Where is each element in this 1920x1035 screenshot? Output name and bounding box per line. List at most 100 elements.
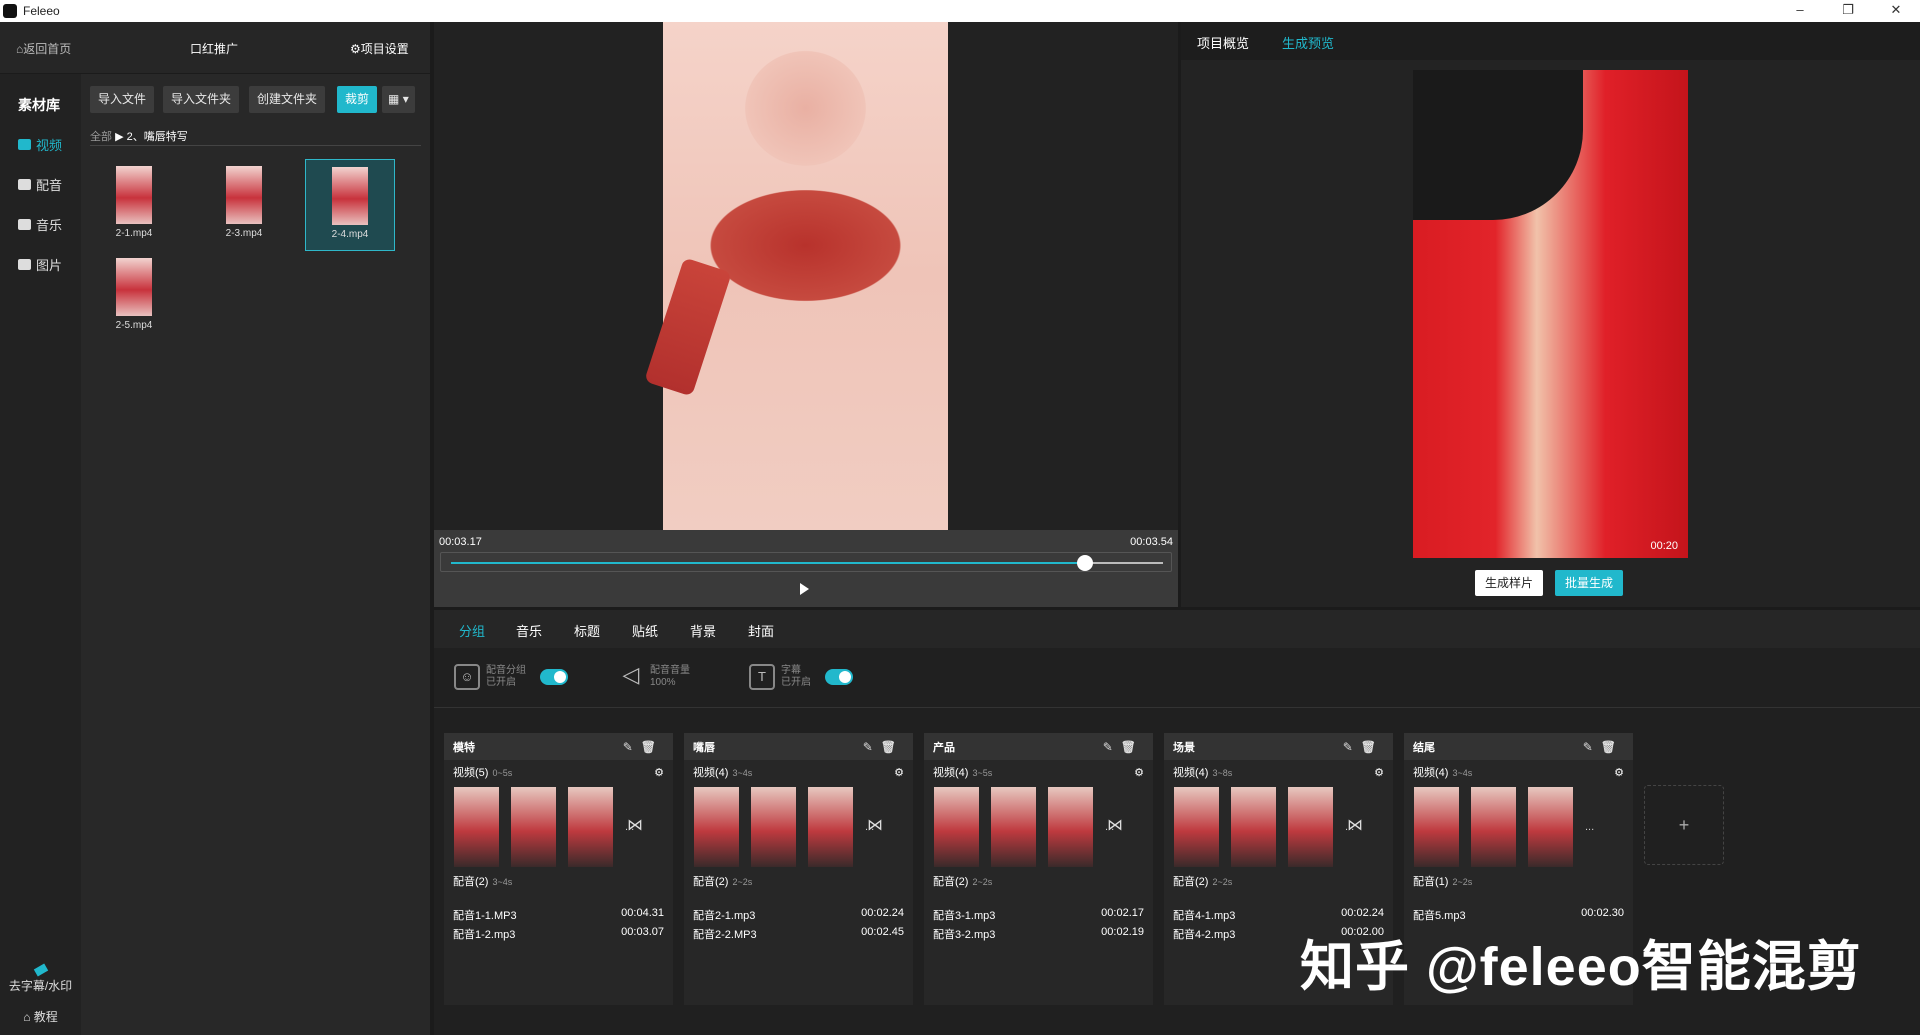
video-thumbnail[interactable] [1414,786,1459,867]
video-thumbnail[interactable] [808,786,853,867]
remove-watermark-button[interactable]: 去字幕/水印 [0,963,81,994]
edit-icon[interactable]: ✎ [1343,740,1361,754]
play-icon[interactable] [800,583,809,595]
minimize-button[interactable]: – [1780,0,1820,22]
video-thumbnail[interactable] [1048,786,1093,867]
gear-icon[interactable]: ⚙ [1374,766,1384,779]
video-thumbnail[interactable] [1528,786,1573,867]
tutorial-button[interactable]: ⌂ 教程 [0,1008,81,1025]
add-group-button[interactable]: + [1644,785,1724,865]
gear-icon[interactable]: ⚙ [654,766,664,779]
trash-icon[interactable]: 🗑 [1601,740,1624,754]
batch-generate-button[interactable]: 批量生成 [1555,570,1624,596]
tab-generate-preview[interactable]: 生成预览 [1282,33,1334,52]
preview-frame [644,22,948,530]
video-thumbnail[interactable] [694,786,739,867]
create-folder-button[interactable]: 创建文件夹 [249,86,326,113]
video-thumbnail[interactable] [1174,786,1219,867]
tab-cover[interactable]: 封面 [748,621,774,640]
video-preview [434,22,1178,607]
back-home-button[interactable]: ⌂返回首页 [16,40,71,57]
edit-icon[interactable]: ✎ [623,740,641,754]
grid-icon: ▦ [388,92,400,106]
trash-icon[interactable]: 🗑 [1361,740,1384,754]
transition-icon[interactable]: ⋈ [866,815,884,835]
library-header: ⌂返回首页 口红推广 ⚙项目设置 [0,22,430,74]
video-thumbnail[interactable] [511,786,556,867]
voice-row: 配音(1) 2~2s [1413,876,1473,888]
restore-button[interactable]: ❐ [1828,0,1868,22]
video-thumbnail[interactable] [1471,786,1516,867]
edit-icon[interactable]: ✎ [863,740,881,754]
video-thumbnail[interactable] [751,786,796,867]
tab-background[interactable]: 背景 [690,621,716,640]
voice-file-list: 配音2-1.mp3 00:02.24 配音2-2.MP3 00:02.45 [684,907,913,945]
edit-icon[interactable]: ✎ [1583,740,1601,754]
seek-handle[interactable] [1077,555,1093,571]
chevron-down-icon: ▾ [402,92,409,106]
player-controls: 00:03.17 00:03.54 [434,530,1178,607]
project-name: 口红推广 [190,42,239,56]
import-folder-button[interactable]: 导入文件夹 [163,86,240,113]
trash-icon[interactable]: 🗑 [881,740,904,754]
video-thumbnail[interactable] [454,786,499,867]
project-settings-button[interactable]: ⚙项目设置 [350,40,409,57]
asset-item[interactable]: 2-5.mp4 [89,251,179,343]
asset-item-selected[interactable]: 2-4.mp4 [305,159,395,251]
video-thumbnail[interactable] [1288,786,1333,867]
tab-group[interactable]: 分组 [459,621,485,640]
transition-icon[interactable]: ⋈ [1106,815,1124,835]
video-thumbnail[interactable] [568,786,613,867]
generate-panel: 项目概览 生成预览 00:20 生成样片 批量生成 [1181,22,1920,607]
voice-file[interactable]: 配音3-1.mp3 00:02.17 [924,907,1153,926]
tab-title[interactable]: 标题 [574,621,600,640]
video-thumbnail[interactable] [1231,786,1276,867]
view-mode-dropdown[interactable]: ▦ ▾ [382,86,415,113]
video-row: 视频(4) 3~5s ⚙ [933,766,1144,780]
trash-icon[interactable]: 🗑 [1121,740,1144,754]
voice-volume-option[interactable]: ◁ 配音音量 100% [618,664,690,690]
close-button[interactable]: ✕ [1876,0,1916,22]
gear-icon[interactable]: ⚙ [1614,766,1624,779]
group-name: 模特 [453,741,475,754]
subtitle-toggle[interactable] [825,669,853,685]
voice-icon [18,179,31,190]
voice-group-option[interactable]: ☺ 配音分组 已开启 [454,664,568,690]
gear-icon[interactable]: ⚙ [1134,766,1144,779]
rail-item-video[interactable]: 视频 [18,135,62,154]
trash-icon[interactable]: 🗑 [641,740,664,754]
import-file-button[interactable]: 导入文件 [90,86,155,113]
title-bar: Feleeo – ❐ ✕ [0,0,1920,22]
video-thumbnail[interactable] [934,786,979,867]
voice-file[interactable]: 配音2-1.mp3 00:02.24 [684,907,913,926]
voice-file[interactable]: 配音1-2.mp3 00:03.07 [444,926,673,945]
subtitle-option[interactable]: T 字幕 已开启 [749,664,853,690]
asset-thumbnail [116,166,152,224]
asset-item[interactable]: 2-3.mp4 [199,159,289,251]
voice-file[interactable]: 配音1-1.MP3 00:04.31 [444,907,673,926]
video-row: 视频(5) 0~5s ⚙ [453,766,664,780]
asset-library: 导入文件 导入文件夹 创建文件夹 裁剪 ▦ ▾ 全部 ▶ 2、嘴唇特写 2-1.… [81,74,430,1035]
gear-icon[interactable]: ⚙ [894,766,904,779]
voice-file[interactable]: 配音3-2.mp3 00:02.19 [924,926,1153,945]
rail-item-voice[interactable]: 配音 [18,175,62,194]
video-thumbnail[interactable] [991,786,1036,867]
generate-sample-button[interactable]: 生成样片 [1475,570,1544,596]
rail-item-music[interactable]: 音乐 [18,215,62,234]
edit-icon[interactable]: ✎ [1103,740,1121,754]
voice-group-toggle[interactable] [540,669,568,685]
rail-item-image[interactable]: 图片 [18,255,62,274]
lipstick-image [644,257,732,397]
transition-icon[interactable]: ⋈ [626,815,644,835]
voice-file[interactable]: 配音2-2.MP3 00:02.45 [684,926,913,945]
image-icon [18,259,31,270]
group-options: ☺ 配音分组 已开启 ◁ 配音音量 100% T 字幕 已开启 [434,648,1920,708]
asset-item[interactable]: 2-1.mp4 [89,159,179,251]
video-thumbnails: ... [1404,784,1633,869]
transition-icon[interactable]: ⋈ [1346,815,1364,835]
crop-button[interactable]: 裁剪 [337,86,378,113]
tab-overview[interactable]: 项目概览 [1197,33,1249,52]
seek-bar[interactable] [440,552,1172,572]
tab-sticker[interactable]: 贴纸 [632,621,658,640]
tab-music[interactable]: 音乐 [516,621,542,640]
